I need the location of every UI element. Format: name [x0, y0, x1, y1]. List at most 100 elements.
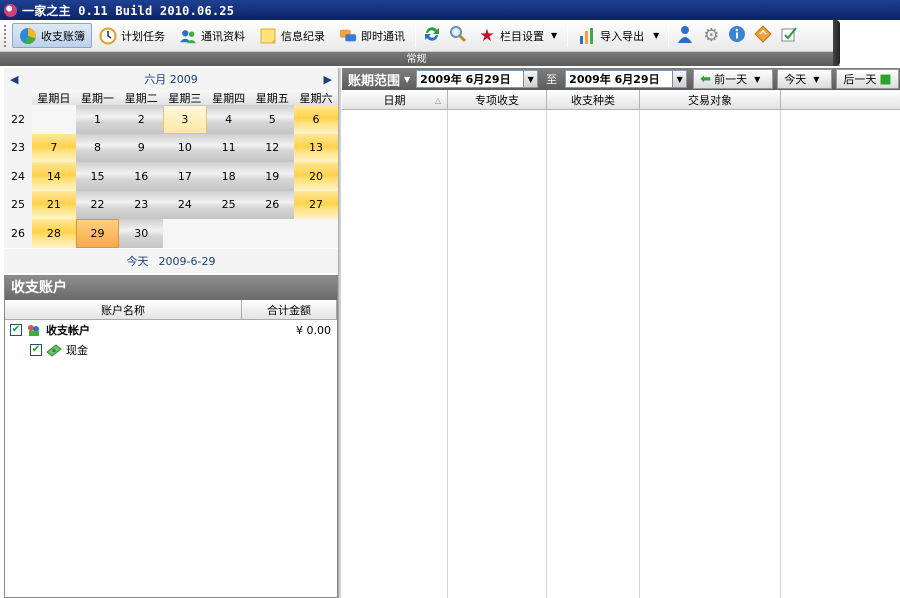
info-icon [728, 25, 746, 47]
account-name: 现金 [66, 344, 88, 357]
bar-chart-icon [578, 27, 596, 45]
calendar-day[interactable]: 23 [119, 190, 164, 219]
date-to-picker[interactable]: 2009年 6月29日 ▼ [565, 70, 688, 88]
plan-task-button[interactable]: 计划任务 [92, 23, 172, 48]
column-category[interactable]: 收支种类 [547, 90, 640, 110]
tool-button[interactable] [750, 23, 776, 48]
title-bar: 一家之主 0.11 Build 2010.06.25 [0, 0, 900, 20]
exit-button[interactable] [776, 23, 802, 48]
calendar-empty-cell [206, 219, 251, 248]
weekday-header: 星期六 [294, 90, 338, 105]
calendar-day[interactable]: 7 [32, 133, 76, 162]
contacts-button[interactable]: 通讯资料 [172, 23, 252, 48]
column-date[interactable]: 日期 △ [342, 90, 448, 110]
range-preset-dropdown-icon[interactable]: ▼ [404, 75, 410, 84]
calendar-day[interactable]: 18 [206, 162, 251, 191]
records-button[interactable]: 信息纪录 [252, 23, 332, 48]
week-number: 26 [4, 219, 32, 248]
refresh-button[interactable] [419, 23, 445, 48]
grid-body[interactable] [342, 110, 900, 598]
column-account-name[interactable]: 账户名称 [5, 300, 242, 319]
note-icon [259, 27, 277, 45]
calendar-month-label[interactable]: 六月 2009 [144, 71, 198, 87]
calendar-day[interactable]: 15 [75, 162, 120, 191]
grid-header-row: 日期 △ 专项收支 收支种类 交易对象 [342, 90, 900, 110]
calendar-week-row: 25 21 22 23 24 25 26 27 [4, 190, 338, 219]
calendar-day[interactable]: 11 [206, 133, 251, 162]
date-range-bar: 账期范围 ▼ 2009年 6月29日 ▼ 至 2009年 6月29日 ▼ ⬅ 前… [342, 68, 900, 90]
calendar-day[interactable]: 12 [250, 133, 295, 162]
chevron-down-icon[interactable]: ▼ [523, 71, 538, 87]
calendar-day[interactable]: 28 [32, 219, 76, 248]
calendar-day[interactable]: 14 [32, 162, 76, 191]
prev-day-label: 前一天 [714, 73, 748, 86]
settings-button[interactable]: ⚙ [698, 23, 724, 48]
calendar-day[interactable]: 6 [294, 105, 338, 134]
next-day-button[interactable]: 后一天 ■ [836, 69, 899, 89]
main-toolbar: 收支账簿 计划任务 通讯资料 信息纪录 即时通讯 ★ 栏目设置 ▼ 导入导出 ▼… [0, 20, 840, 66]
calendar-day[interactable]: 21 [32, 190, 76, 219]
calendar-day[interactable]: 26 [250, 190, 295, 219]
calendar-day[interactable]: 8 [75, 133, 120, 162]
pane-splitter[interactable] [338, 68, 341, 598]
calendar-day[interactable]: 17 [163, 162, 207, 191]
weekday-header: 星期一 [75, 90, 120, 105]
chevron-down-icon[interactable]: ▼ [754, 75, 760, 84]
calendar-day[interactable]: 4 [206, 105, 251, 134]
import-export-dropdown-icon[interactable]: ▼ [653, 31, 659, 40]
prev-day-button[interactable]: ⬅ 前一天 ▼ [693, 69, 774, 89]
info-button[interactable] [724, 23, 750, 48]
calendar-day[interactable]: 3 [163, 105, 207, 134]
account-row-ledger[interactable]: ✔ 收支帐户 ¥ 0.00 [5, 320, 337, 340]
ledger-button[interactable]: 收支账簿 [12, 23, 92, 48]
calendar-day[interactable]: 16 [119, 162, 164, 191]
calendar-day[interactable]: 27 [294, 190, 338, 219]
prev-month-icon[interactable]: ◀ [10, 73, 18, 86]
column-counterparty[interactable]: 交易对象 [640, 90, 781, 110]
app-icon [4, 3, 17, 17]
search-button[interactable] [445, 23, 471, 48]
chart-pie-icon [19, 27, 37, 45]
column-total-amount[interactable]: 合计金额 [242, 300, 337, 319]
calendar-empty-cell [163, 219, 207, 248]
date-range-label: 账期范围 [348, 73, 401, 89]
calendar-day[interactable]: 1 [75, 105, 120, 134]
column-extra [781, 90, 900, 110]
calendar-day[interactable]: 2 [119, 105, 164, 134]
calendar-today-link[interactable]: 今天 2009-6-29 [4, 249, 338, 273]
account-row-cash[interactable]: ✔ 现金 [5, 340, 337, 360]
gear-icon: ⚙ [703, 25, 720, 46]
user-button[interactable] [672, 23, 698, 48]
account-checkbox[interactable]: ✔ [30, 344, 42, 356]
calendar-day[interactable]: 9 [119, 133, 164, 162]
column-settings-button[interactable]: ★ 栏目设置 ▼ [471, 23, 564, 48]
calendar-empty-cell [250, 219, 295, 248]
import-export-button[interactable]: 导入导出 [571, 23, 651, 48]
calendar-day[interactable]: 13 [294, 133, 338, 162]
im-button[interactable]: 即时通讯 [332, 23, 412, 48]
toolbar-grip[interactable] [4, 24, 8, 47]
calendar-day[interactable]: 24 [163, 190, 207, 219]
column-special[interactable]: 专项收支 [448, 90, 547, 110]
calendar-day[interactable]: 19 [250, 162, 295, 191]
date-from-picker[interactable]: 2009年 6月29日 ▼ [416, 70, 539, 88]
calendar-day[interactable]: 10 [163, 133, 207, 162]
clock-icon [99, 27, 117, 45]
calendar-day[interactable]: 30 [119, 219, 164, 248]
chevron-down-icon[interactable]: ▼ [813, 75, 819, 84]
column-category-label: 收支种类 [571, 94, 615, 107]
calendar-day[interactable]: 5 [250, 105, 295, 134]
calendar-day[interactable]: 29 [75, 219, 120, 248]
account-checkbox[interactable]: ✔ [10, 324, 22, 336]
calendar-day[interactable]: 22 [75, 190, 120, 219]
chevron-down-icon[interactable]: ▼ [672, 71, 687, 87]
contacts-icon [179, 27, 197, 45]
calendar-day[interactable]: 25 [206, 190, 251, 219]
weekday-header: 星期五 [250, 90, 295, 105]
checklist-icon [780, 25, 798, 47]
toolbar-separator [415, 24, 416, 47]
today-button[interactable]: 今天 ▼ [777, 69, 833, 89]
next-month-icon[interactable]: ▶ [324, 73, 332, 86]
column-settings-label: 栏目设置 [500, 29, 544, 43]
calendar-day[interactable]: 20 [294, 162, 338, 191]
